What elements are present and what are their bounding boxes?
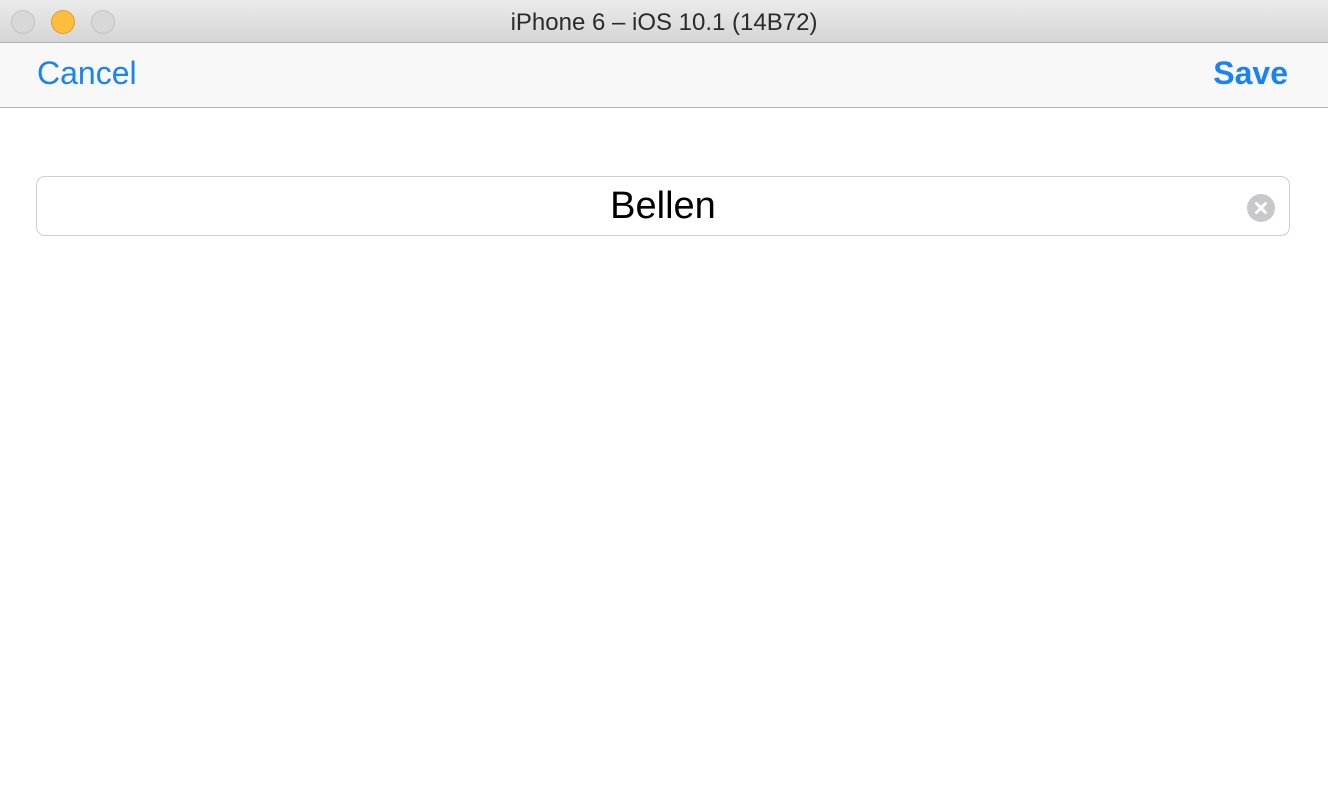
- navigation-bar: Cancel Save: [0, 43, 1328, 108]
- cancel-button[interactable]: Cancel: [37, 55, 137, 92]
- clear-circle-icon[interactable]: [1247, 194, 1275, 222]
- name-field-value[interactable]: Bellen: [37, 185, 1289, 228]
- save-button[interactable]: Save: [1213, 55, 1288, 92]
- title-bar[interactable]: iPhone 6 – iOS 10.1 (14B72): [0, 0, 1328, 43]
- name-text-field[interactable]: Bellen: [36, 176, 1290, 236]
- window-title: iPhone 6 – iOS 10.1 (14B72): [510, 9, 818, 36]
- simulator-window: iPhone 6 – iOS 10.1 (14B72) Cancel Save …: [0, 0, 1328, 794]
